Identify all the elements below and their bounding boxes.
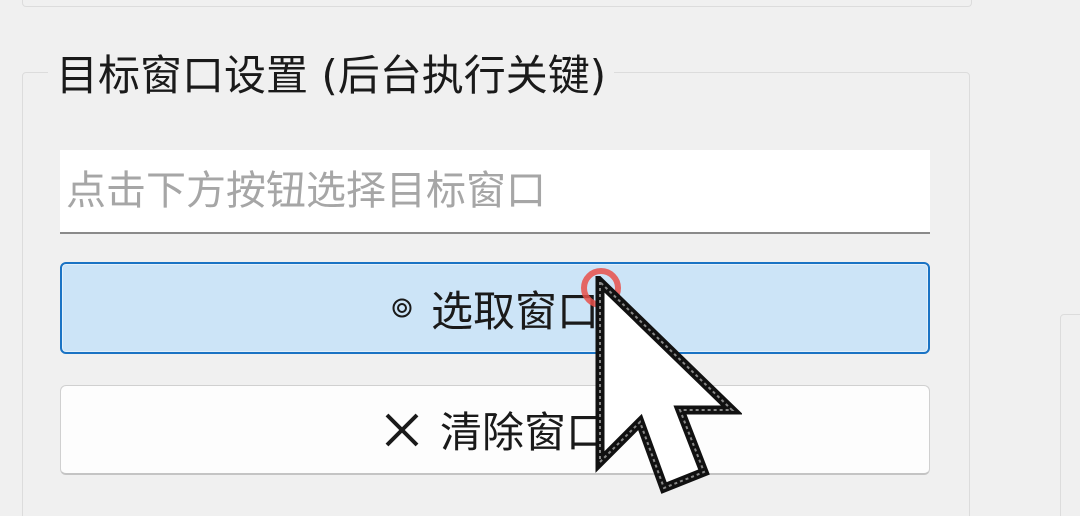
- target-window-input[interactable]: [60, 150, 930, 234]
- clear-window-button[interactable]: 清除窗口: [60, 385, 930, 475]
- app-window: 目标窗口设置 (后台执行关键) 选取窗口 清除窗口: [0, 0, 1080, 516]
- close-icon: [382, 410, 422, 450]
- previous-groupbox: [22, 0, 972, 7]
- select-window-button[interactable]: 选取窗口: [60, 262, 930, 354]
- select-window-label: 选取窗口: [430, 286, 599, 336]
- clear-window-label: 清除窗口: [439, 408, 608, 457]
- group-title: 目标窗口设置 (后台执行关键): [48, 46, 615, 106]
- target-icon: [391, 297, 413, 319]
- right-side-panel: [1060, 314, 1080, 516]
